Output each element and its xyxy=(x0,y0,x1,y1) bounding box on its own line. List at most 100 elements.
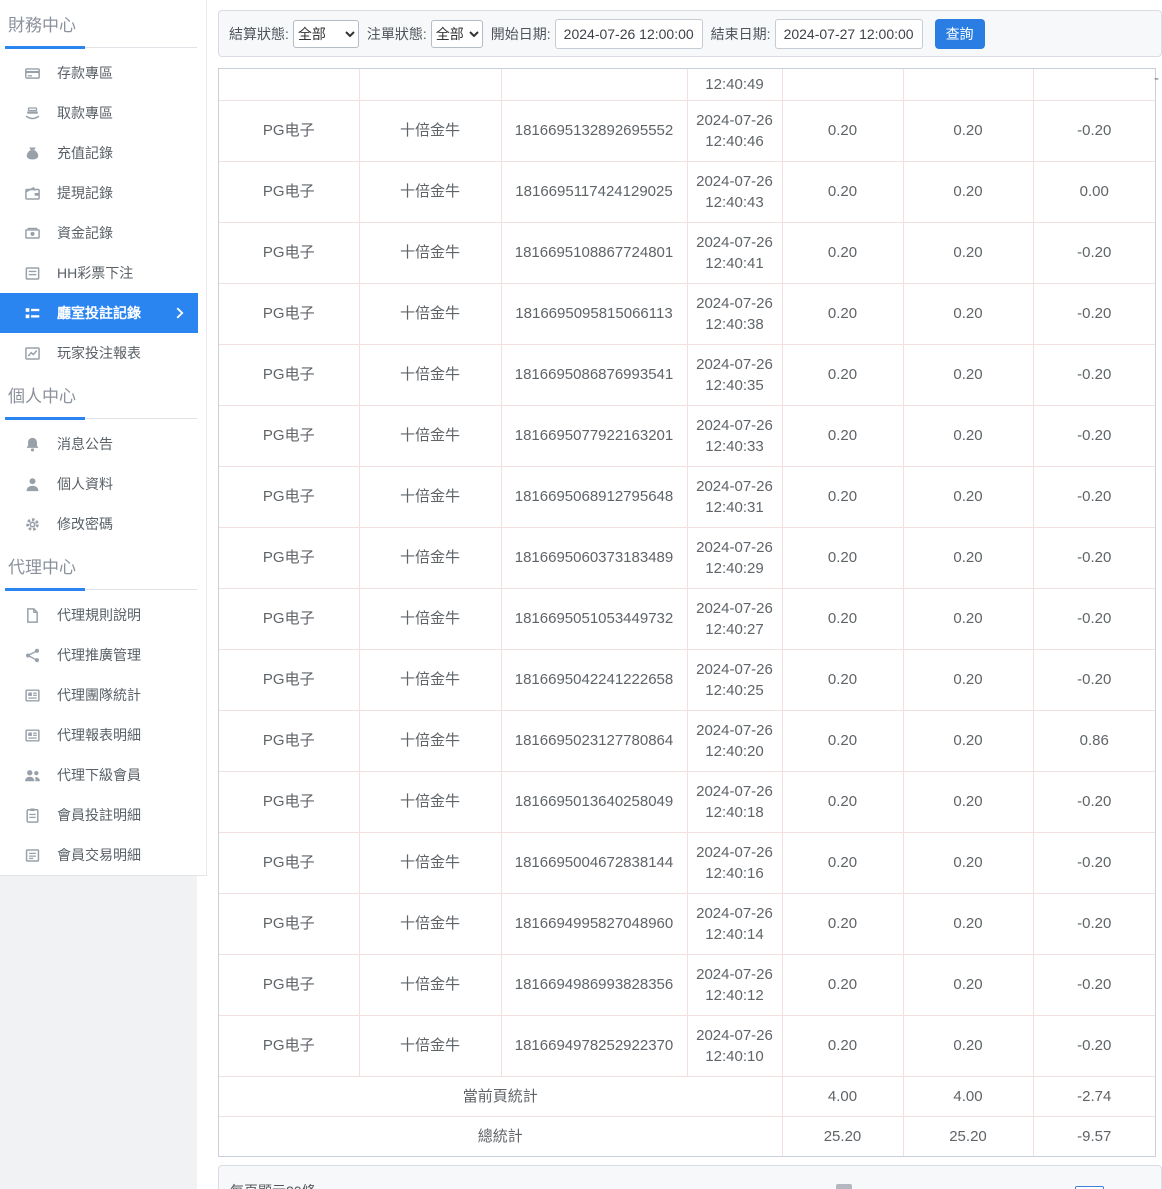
bell-icon xyxy=(24,436,41,453)
bet-amount-cell: 0.20 xyxy=(782,222,903,283)
section-title-personal: 個人中心 xyxy=(0,373,206,417)
table-row: PG电子 十倍金牛 1816695042241222658 2024-07-26… xyxy=(219,649,1155,710)
order-id-cell: 1816695108867724801 xyxy=(501,222,687,283)
order-status-select[interactable]: 全部 xyxy=(431,20,483,48)
total-summary-row: 總統計 25.20 25.20 -9.57 xyxy=(219,1116,1155,1156)
bet-amount-cell: 0.20 xyxy=(782,100,903,161)
sidebar-item-clip[interactable]: 會員投註明細 xyxy=(0,795,198,835)
valid-bet-cell: 0.20 xyxy=(903,588,1033,649)
time-cell: 2024-07-26 12:40:46 xyxy=(687,100,782,161)
sidebar-item-doc[interactable]: 代理規則說明 xyxy=(0,595,198,635)
game-cell: 十倍金牛 xyxy=(359,466,501,527)
provider-cell: PG电子 xyxy=(219,344,359,405)
sidebar-item-person[interactable]: 個人資料 xyxy=(0,464,198,504)
share-icon xyxy=(24,647,41,664)
clipped-cell-dash: - xyxy=(1154,70,1162,88)
game-cell: 十倍金牛 xyxy=(359,222,501,283)
sidebar: 財務中心 存款專區 取款專區 充值記錄 提現記錄 xyxy=(0,0,207,876)
game-cell: 十倍金牛 xyxy=(359,100,501,161)
table-row: PG电子 十倍金牛 1816695086876993541 2024-07-26… xyxy=(219,344,1155,405)
provider-cell: PG电子 xyxy=(219,771,359,832)
sidebar-item-label: 資金記錄 xyxy=(57,223,113,243)
time-cell: 2024-07-26 12:40:43 xyxy=(687,161,782,222)
sidebar-item-wallet[interactable]: 提現記錄 xyxy=(0,173,198,213)
game-cell: 十倍金牛 xyxy=(359,832,501,893)
bet-amount-cell xyxy=(782,69,903,100)
game-cell: 十倍金牛 xyxy=(359,649,501,710)
sidebar-item-listbox[interactable]: 會員交易明細 xyxy=(0,835,198,875)
table-row: PG电子 十倍金牛 1816695051053449732 2024-07-26… xyxy=(219,588,1155,649)
sidebar-item-label: 取款專區 xyxy=(57,103,113,123)
chart-icon xyxy=(24,345,41,362)
game-cell: 十倍金牛 xyxy=(359,893,501,954)
filter-bar: 結算狀態: 全部 注單狀態: 全部 開始日期: 結束日期: 查詢 xyxy=(218,10,1162,57)
provider-cell: PG电子 xyxy=(219,893,359,954)
sidebar-item-share[interactable]: 代理推廣管理 xyxy=(0,635,198,675)
users-icon xyxy=(24,767,41,784)
sidebar-item-label: 代理推廣管理 xyxy=(57,645,141,665)
sidebar-item-label: 修改密碼 xyxy=(57,514,113,534)
sidebar-item-news[interactable]: 代理團隊統計 xyxy=(0,675,198,715)
sidebar-item-menu[interactable]: 廳室投註記錄 xyxy=(0,293,198,333)
win-loss-cell: -0.20 xyxy=(1033,893,1155,954)
sidebar-item-card[interactable]: 存款專區 xyxy=(0,53,198,93)
sidebar-item-list[interactable]: HH彩票下注 xyxy=(0,253,198,293)
bet-amount-cell: 0.20 xyxy=(782,710,903,771)
provider-cell: PG电子 xyxy=(219,405,359,466)
settle-status-select[interactable]: 全部 xyxy=(293,20,359,48)
table-row: PG电子 十倍金牛 1816695060373183489 2024-07-26… xyxy=(219,527,1155,588)
sidebar-item-hand[interactable]: 取款專區 xyxy=(0,93,198,133)
time-cell: 2024-07-26 12:40:12 xyxy=(687,954,782,1015)
provider-cell: PG电子 xyxy=(219,832,359,893)
provider-cell: PG电子 xyxy=(219,649,359,710)
provider-cell: PG电子 xyxy=(219,1015,359,1076)
search-button[interactable]: 查詢 xyxy=(935,19,985,49)
sidebar-item-gear[interactable]: 修改密碼 xyxy=(0,504,198,544)
valid-bet-cell: 0.20 xyxy=(903,710,1033,771)
win-loss-cell: -0.20 xyxy=(1033,527,1155,588)
table-row: PG电子 十倍金牛 1816695095815066113 2024-07-26… xyxy=(219,283,1155,344)
time-cell: 2024-07-26 12:40:16 xyxy=(687,832,782,893)
sidebar-item-label: 存款專區 xyxy=(57,63,113,83)
sidebar-item-bag[interactable]: 充值記錄 xyxy=(0,133,198,173)
end-date-input[interactable] xyxy=(775,19,923,49)
sidebar-item-bell[interactable]: 消息公告 xyxy=(0,424,198,464)
bag-icon xyxy=(24,145,41,162)
sidebar-item-money[interactable]: 資金記錄 xyxy=(0,213,198,253)
start-date-input[interactable] xyxy=(555,19,703,49)
provider-cell: PG电子 xyxy=(219,710,359,771)
end-date-label: 結束日期: xyxy=(711,24,771,44)
table-row: PG电子 十倍金牛 1816695117424129025 2024-07-26… xyxy=(219,161,1155,222)
sidebar-background xyxy=(0,876,197,1189)
valid-bet-cell: 0.20 xyxy=(903,527,1033,588)
sidebar-item-label: 廳室投註記錄 xyxy=(57,303,141,323)
game-cell xyxy=(359,69,501,100)
page-size-label: 每頁顯示20條 xyxy=(230,1181,316,1189)
win-loss-cell: -0.20 xyxy=(1033,100,1155,161)
order-id-cell: 1816694995827048960 xyxy=(501,893,687,954)
time-cell: 2024-07-26 12:40:18 xyxy=(687,771,782,832)
provider-cell: PG电子 xyxy=(219,466,359,527)
sidebar-item-news[interactable]: 代理報表明細 xyxy=(0,715,198,755)
win-loss-cell: -0.20 xyxy=(1033,405,1155,466)
sidebar-section-personal: 個人中心 消息公告 個人資料 修改密碼 xyxy=(0,373,206,544)
bet-amount-cell: 0.20 xyxy=(782,649,903,710)
provider-cell: PG电子 xyxy=(219,222,359,283)
time-cell: 2024-07-26 12:40:31 xyxy=(687,466,782,527)
doc-icon xyxy=(24,607,41,624)
valid-bet-cell: 0.20 xyxy=(903,832,1033,893)
summary-win-loss: -9.57 xyxy=(1033,1116,1155,1156)
order-id-cell: 1816695117424129025 xyxy=(501,161,687,222)
pagination-control-clipped[interactable] xyxy=(836,1184,852,1189)
win-loss-cell: 0.86 xyxy=(1033,710,1155,771)
sidebar-item-users[interactable]: 代理下級會員 xyxy=(0,755,198,795)
sidebar-item-label: 代理團隊統計 xyxy=(57,685,141,705)
news-icon xyxy=(24,687,41,704)
provider-cell: PG电子 xyxy=(219,527,359,588)
summary-bet: 25.20 xyxy=(782,1116,903,1156)
summary-bet: 4.00 xyxy=(782,1076,903,1116)
sidebar-item-label: 代理報表明細 xyxy=(57,725,141,745)
summary-label: 總統計 xyxy=(219,1116,782,1156)
main-content: 結算狀態: 全部 注單狀態: 全部 開始日期: 結束日期: 查詢 12:40: xyxy=(208,0,1162,1189)
sidebar-item-chart[interactable]: 玩家投注報表 xyxy=(0,333,198,373)
